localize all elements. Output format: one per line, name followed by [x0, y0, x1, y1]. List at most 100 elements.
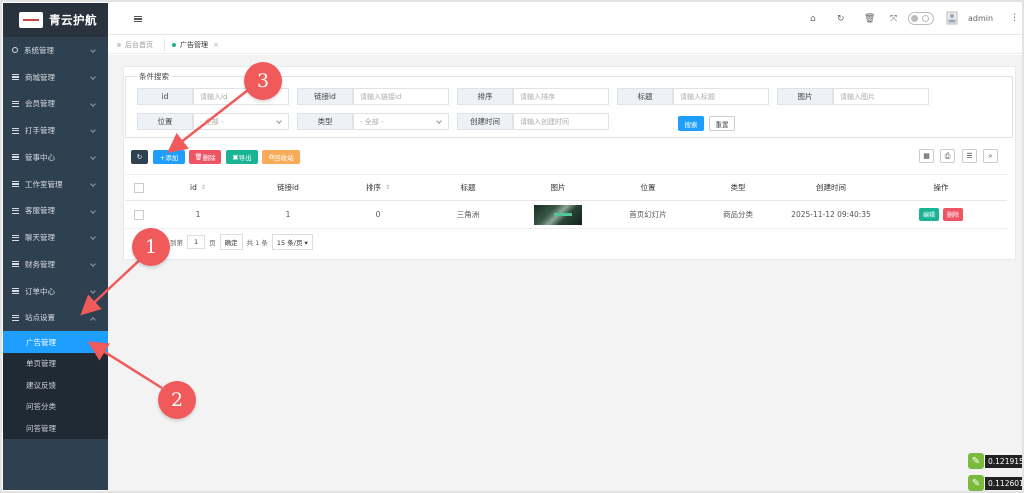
gear-icon [12, 47, 18, 54]
chevron-up-icon [90, 316, 96, 323]
menu-toggle-icon[interactable] [134, 16, 142, 22]
list-icon [12, 288, 19, 295]
tab-ads[interactable]: 广告管理 × [172, 40, 219, 50]
timing-badge: ✎ 0.121915s [968, 453, 1024, 469]
image-input[interactable]: 请输入图片 [833, 88, 929, 105]
page-tabs: 后台首页 广告管理 × [108, 36, 1024, 54]
grid-icon[interactable]: ▦ [919, 149, 934, 163]
list-icon [12, 100, 19, 107]
refresh-button[interactable]: ↻ [131, 150, 148, 164]
sidebar-subitem-faq[interactable]: 问答管理 [3, 418, 108, 440]
per-page-select[interactable]: 15 条/页 ▾ [271, 234, 313, 250]
column-title: 标题 [460, 183, 476, 192]
search-icon[interactable]: ⌕ [983, 149, 998, 163]
cell-id: 1 [195, 210, 201, 219]
recycle-bin-button[interactable]: ♻ 回收站 [262, 150, 300, 164]
chevron-down-icon [90, 234, 96, 241]
edit-button[interactable]: 编辑 [918, 208, 939, 221]
table-row: 1 1 0 三角洲 首页幻灯片 商品分类 2025-11-12 09:40:35… [125, 201, 1007, 229]
column-actions: 操作 [933, 183, 949, 192]
list-icon [12, 234, 19, 241]
sidebar-item-mall[interactable]: 商城管理 [3, 64, 108, 91]
page-input[interactable]: 1 [187, 235, 206, 249]
more-icon[interactable]: ⋮ [1010, 13, 1019, 23]
cell-actions: 编辑 删除 [879, 208, 1003, 221]
search-legend: 条件搜索 [137, 71, 171, 82]
type-label: 类型 [297, 113, 353, 130]
column-link-id: 链接id [277, 183, 299, 192]
fullscreen-icon[interactable]: ⤧ [890, 14, 897, 24]
logo-icon [19, 12, 43, 28]
column-sort[interactable]: 排序 ⇕ [333, 182, 423, 193]
search-button[interactable]: 搜索 [678, 116, 704, 131]
sidebar-item-chat[interactable]: 聊天管理 [3, 224, 108, 251]
export-button[interactable]: ▣ 导出 [226, 150, 258, 164]
sidebar-item-site-settings[interactable]: 站点设置 [3, 305, 108, 332]
cell-link-id: 1 [285, 210, 291, 219]
print-icon[interactable]: ⎙ [940, 149, 955, 163]
sidebar-item-customer-service[interactable]: 客服管理 [3, 198, 108, 225]
position-select[interactable]: - 全部 - [193, 113, 289, 130]
theme-toggle[interactable] [908, 12, 934, 25]
column-id[interactable]: id ⇕ [153, 183, 243, 192]
type-select[interactable]: - 全部 - [353, 113, 449, 130]
refresh-icon[interactable]: ↻ [837, 14, 845, 24]
top-header: ⌂ ↻ 🗑 ⤧ admin ⋮ [108, 3, 1024, 35]
user-name[interactable]: admin [968, 14, 993, 23]
column-type: 类型 [730, 183, 746, 192]
sidebar: 青云护航 系统管理 商城管理 会员管理 打手管理 管事中心 工作室管理 客服管理… [3, 3, 108, 490]
reset-button[interactable]: 重置 [709, 116, 735, 131]
close-icon[interactable]: × [213, 41, 219, 49]
select-all-checkbox[interactable] [125, 182, 153, 193]
title-input[interactable]: 请输入标题 [673, 88, 769, 105]
trash-icon[interactable]: 🗑 [864, 14, 875, 24]
sidebar-subitem-faq-categories[interactable]: 问答分类 [3, 396, 108, 418]
created-input[interactable]: 请输入创建时间 [513, 113, 609, 130]
leaf-icon: ✎ [968, 453, 984, 469]
delete-button[interactable]: 🗑 删除 [189, 150, 221, 164]
home-icon[interactable]: ⌂ [810, 14, 816, 24]
chevron-down-icon [90, 47, 96, 53]
chevron-down-icon [90, 287, 96, 294]
logo[interactable]: 青云护航 [3, 3, 108, 37]
annotation-marker-3: 3 [244, 62, 282, 100]
tab-home[interactable]: 后台首页 [117, 40, 153, 50]
row-delete-button[interactable]: 删除 [943, 208, 964, 221]
list-icon [12, 181, 19, 188]
sidebar-item-players[interactable]: 打手管理 [3, 117, 108, 144]
sidebar-item-orders[interactable]: 订单中心 [3, 278, 108, 305]
refresh-icon: ↻ [136, 153, 143, 161]
chevron-down-icon [276, 118, 282, 124]
chevron-down-icon [90, 207, 96, 214]
avatar[interactable] [946, 11, 958, 25]
sort-label: 排序 [457, 88, 513, 105]
add-button[interactable]: +添加 [153, 150, 185, 164]
chevron-down-icon [90, 180, 96, 187]
column-created: 创建时间 [816, 183, 846, 192]
sort-icon: ⇕ [384, 184, 391, 191]
sidebar-subitem-ads[interactable]: 广告管理 [3, 331, 108, 353]
sort-input[interactable]: 请输入排序 [513, 88, 609, 105]
pager-page-unit: 页 [209, 239, 216, 247]
row-checkbox[interactable] [125, 209, 153, 220]
columns-icon[interactable]: ☰ [962, 149, 977, 163]
tab-dot-icon [117, 43, 121, 47]
chevron-down-icon [90, 100, 96, 107]
sidebar-item-studio[interactable]: 工作室管理 [3, 171, 108, 198]
sidebar-subitem-pages[interactable]: 单页管理 [3, 353, 108, 375]
cell-position: 首页幻灯片 [629, 210, 667, 219]
ad-thumbnail[interactable] [534, 204, 582, 225]
column-image: 图片 [550, 183, 566, 192]
sidebar-subitem-feedback[interactable]: 建议反馈 [3, 374, 108, 396]
sidebar-item-system[interactable]: 系统管理 [3, 37, 108, 64]
submenu-site-settings: 广告管理 单页管理 建议反馈 问答分类 问答管理 [3, 331, 108, 440]
sidebar-item-finance[interactable]: 财务管理 [3, 251, 108, 278]
sidebar-item-members[interactable]: 会员管理 [3, 91, 108, 118]
link-id-input[interactable]: 请输入链接id [353, 88, 449, 105]
list-icon [12, 314, 19, 321]
list-icon [12, 74, 19, 81]
pager-confirm-button[interactable]: 确定 [219, 234, 243, 250]
cell-type: 商品分类 [723, 210, 753, 219]
table-header: id ⇕ 链接id 排序 ⇕ 标题 图片 位置 类型 创建时间 操作 [125, 174, 1007, 201]
sidebar-item-manager-center[interactable]: 管事中心 [3, 144, 108, 171]
